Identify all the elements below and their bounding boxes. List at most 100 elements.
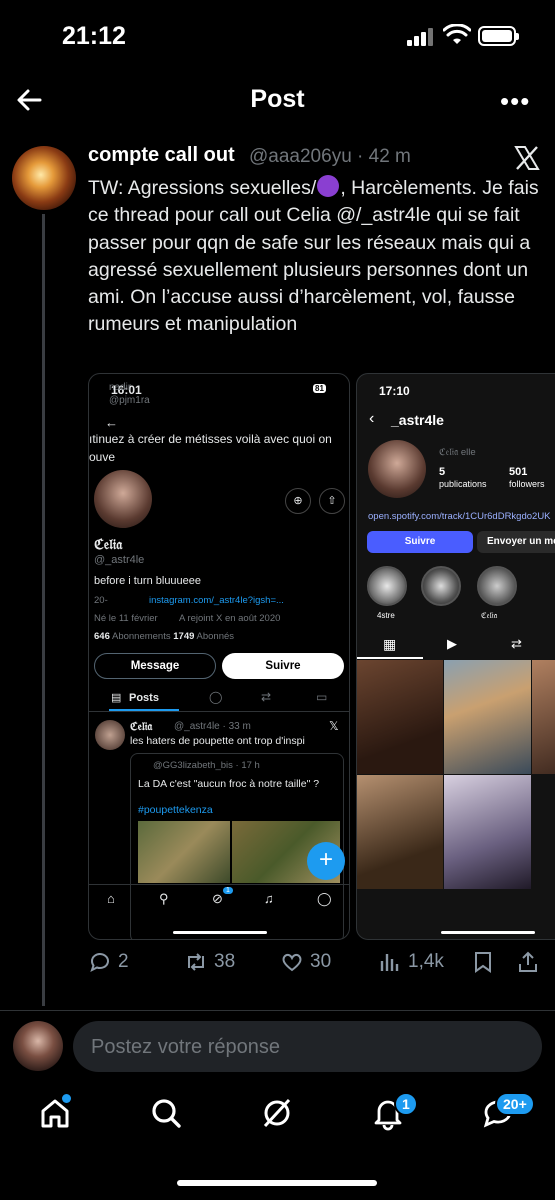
shot1-followers-count: 1749 bbox=[173, 631, 195, 642]
media-screenshot-instagram-profile[interactable]: 17:10 ‹ _astr4le ℭ𝔢𝔩𝔦𝔞 elle 5 publicatio… bbox=[356, 373, 555, 940]
grok-icon[interactable] bbox=[259, 1095, 295, 1131]
post-text-part-1: TW: Agressions sexuelles/ bbox=[88, 177, 317, 199]
repost-action[interactable]: 38 bbox=[184, 950, 235, 974]
media-screenshot-x-profile[interactable]: 16:01 nadir @pjm1ra 81 ← ıtinuez à créer… bbox=[88, 373, 350, 940]
signal-icon bbox=[407, 28, 433, 46]
wifi-icon bbox=[443, 24, 471, 44]
author-name[interactable]: compte call out bbox=[88, 144, 235, 167]
shot1-following-label: Abonnements bbox=[111, 631, 171, 642]
shot1-tweet-name: ℭ𝔢𝔩𝔦𝔞 bbox=[130, 721, 153, 733]
status-bar: 21:12 bbox=[0, 0, 555, 72]
shot1-nav-bell-icon: ♫ bbox=[264, 891, 274, 906]
bookmark-icon bbox=[475, 952, 491, 973]
reply-action[interactable]: 2 bbox=[88, 950, 129, 974]
shot1-link: instagram.com/_astr4le?igsh=... bbox=[149, 595, 284, 606]
search-icon[interactable] bbox=[148, 1095, 184, 1131]
like-count: 30 bbox=[310, 951, 332, 972]
shot2-grid-photo-2 bbox=[444, 660, 531, 774]
shot2-grid-photo-5 bbox=[444, 775, 531, 889]
shot1-followers-label: Abonnés bbox=[196, 631, 235, 642]
more-options-icon[interactable]: ••• bbox=[500, 88, 530, 114]
reply-icon bbox=[90, 953, 109, 972]
shot1-media-tab-icon: ▭ bbox=[316, 690, 328, 704]
shot2-grid-photo-4 bbox=[357, 775, 443, 889]
shot2-highlight-3-label: ℭ𝔢𝔩𝔦𝔞 bbox=[481, 611, 498, 620]
shot2-follow-button: Suivre bbox=[367, 531, 473, 553]
shot1-back-icon: ← bbox=[105, 415, 118, 430]
shot1-location: 20- bbox=[94, 595, 108, 606]
shot2-posts-count: 5 bbox=[439, 466, 446, 478]
shot1-fragment-2: ouve bbox=[89, 450, 116, 464]
current-user-avatar[interactable] bbox=[13, 1021, 63, 1071]
messages-badge: 20+ bbox=[495, 1092, 535, 1116]
repost-count: 38 bbox=[214, 951, 236, 972]
shot1-joined: A rejoint X en août 2020 bbox=[179, 613, 281, 624]
shot2-message-button: Envoyer un mess bbox=[477, 531, 555, 553]
post-actions: 2 38 30 1,4k bbox=[88, 948, 548, 982]
purple-circle-emoji bbox=[317, 175, 340, 197]
shot1-nav-messages-icon: ◯ bbox=[317, 891, 332, 906]
page-title: Post bbox=[250, 85, 305, 113]
share-icon bbox=[519, 951, 537, 972]
shot2-username: _astr4le bbox=[391, 412, 444, 428]
home-unread-dot bbox=[62, 1094, 71, 1103]
shot1-compose-button: + bbox=[307, 842, 345, 880]
shot1-notify-icon: ⊕ bbox=[285, 488, 311, 514]
views-action[interactable]: 1,4k bbox=[378, 950, 444, 974]
x-logo-icon bbox=[514, 146, 540, 170]
shot2-tab-indicator bbox=[357, 657, 423, 659]
shot1-top-name: nadir bbox=[109, 382, 132, 393]
shot1-replies-tab-icon: ◯ bbox=[209, 690, 223, 704]
bookmark-action[interactable] bbox=[471, 950, 495, 974]
shot1-born: Né le 11 février bbox=[94, 613, 158, 624]
repost-icon bbox=[188, 953, 204, 971]
shot1-quote-text: La DA c'est "aucun froc à notre taille" … bbox=[138, 778, 320, 790]
shot2-followers-count: 501 bbox=[509, 466, 528, 478]
shot1-username: @_astr4le bbox=[94, 554, 145, 566]
shot2-highlight-1 bbox=[367, 566, 407, 606]
shot1-top-handle: @pjm1ra bbox=[109, 395, 150, 406]
shot1-nav-home-icon: ⌂ bbox=[107, 891, 115, 906]
shot1-fragment-1: ıtinuez à créer de métisses voilà avec q… bbox=[89, 432, 332, 446]
shot1-posts-tab-icon: ▤ bbox=[111, 692, 122, 704]
like-action[interactable]: 30 bbox=[280, 950, 331, 974]
shot1-home-indicator bbox=[173, 931, 267, 934]
shot1-quote-tag: #poupettekenza bbox=[138, 804, 213, 816]
reply-divider bbox=[0, 1010, 555, 1011]
shot2-time: 17:10 bbox=[379, 384, 410, 398]
share-action[interactable] bbox=[516, 950, 540, 974]
shot1-quote-image-1 bbox=[138, 821, 230, 883]
shot2-profile-avatar bbox=[368, 440, 426, 498]
shot1-nav-badge: 1 bbox=[223, 887, 233, 894]
shot1-tab-posts: Posts bbox=[129, 692, 159, 704]
shot1-nav-search-icon: ⚲ bbox=[159, 891, 169, 906]
shot2-grid-tab-icon: ▦ bbox=[383, 636, 397, 652]
status-time: 21:12 bbox=[62, 22, 126, 50]
shot2-followers-label: followers bbox=[509, 479, 545, 489]
shot2-highlight-2 bbox=[421, 566, 461, 606]
top-bar: Post ••• bbox=[0, 78, 555, 122]
shot1-divider bbox=[89, 711, 349, 712]
shot2-grid-photo-3 bbox=[532, 660, 555, 774]
shot2-link: open.spotify.com/track/1CUr6dDRkgdo2UK bbox=[368, 511, 551, 522]
reply-input[interactable]: Postez votre réponse bbox=[73, 1021, 542, 1072]
shot2-tagged-tab-icon: ⇄ bbox=[511, 636, 522, 651]
shot2-highlight-1-label: 4stre bbox=[377, 611, 395, 620]
home-indicator bbox=[177, 1180, 377, 1186]
thread-line bbox=[42, 214, 45, 1006]
heart-icon bbox=[282, 953, 302, 972]
post-media[interactable]: 16:01 nadir @pjm1ra 81 ← ıtinuez à créer… bbox=[88, 373, 555, 941]
bottom-tab-bar: 1 20+ bbox=[0, 1085, 555, 1155]
views-count: 1,4k bbox=[408, 951, 444, 972]
shot1-following-count: 646 bbox=[94, 631, 110, 642]
shot2-highlight-3 bbox=[477, 566, 517, 606]
shot1-tweet-text: les haters de poupette ont trop d'inspi bbox=[130, 735, 305, 747]
shot1-x-icon: 𝕏 bbox=[329, 719, 339, 733]
reply-count: 2 bbox=[118, 951, 129, 972]
post-text: TW: Agressions sexuelles/, Harcèlements.… bbox=[88, 175, 543, 339]
views-icon bbox=[380, 954, 399, 971]
notifications-badge: 1 bbox=[394, 1092, 418, 1116]
shot2-home-indicator bbox=[441, 931, 535, 934]
shot2-grid-photo-1 bbox=[357, 660, 443, 774]
author-avatar[interactable] bbox=[12, 146, 76, 210]
